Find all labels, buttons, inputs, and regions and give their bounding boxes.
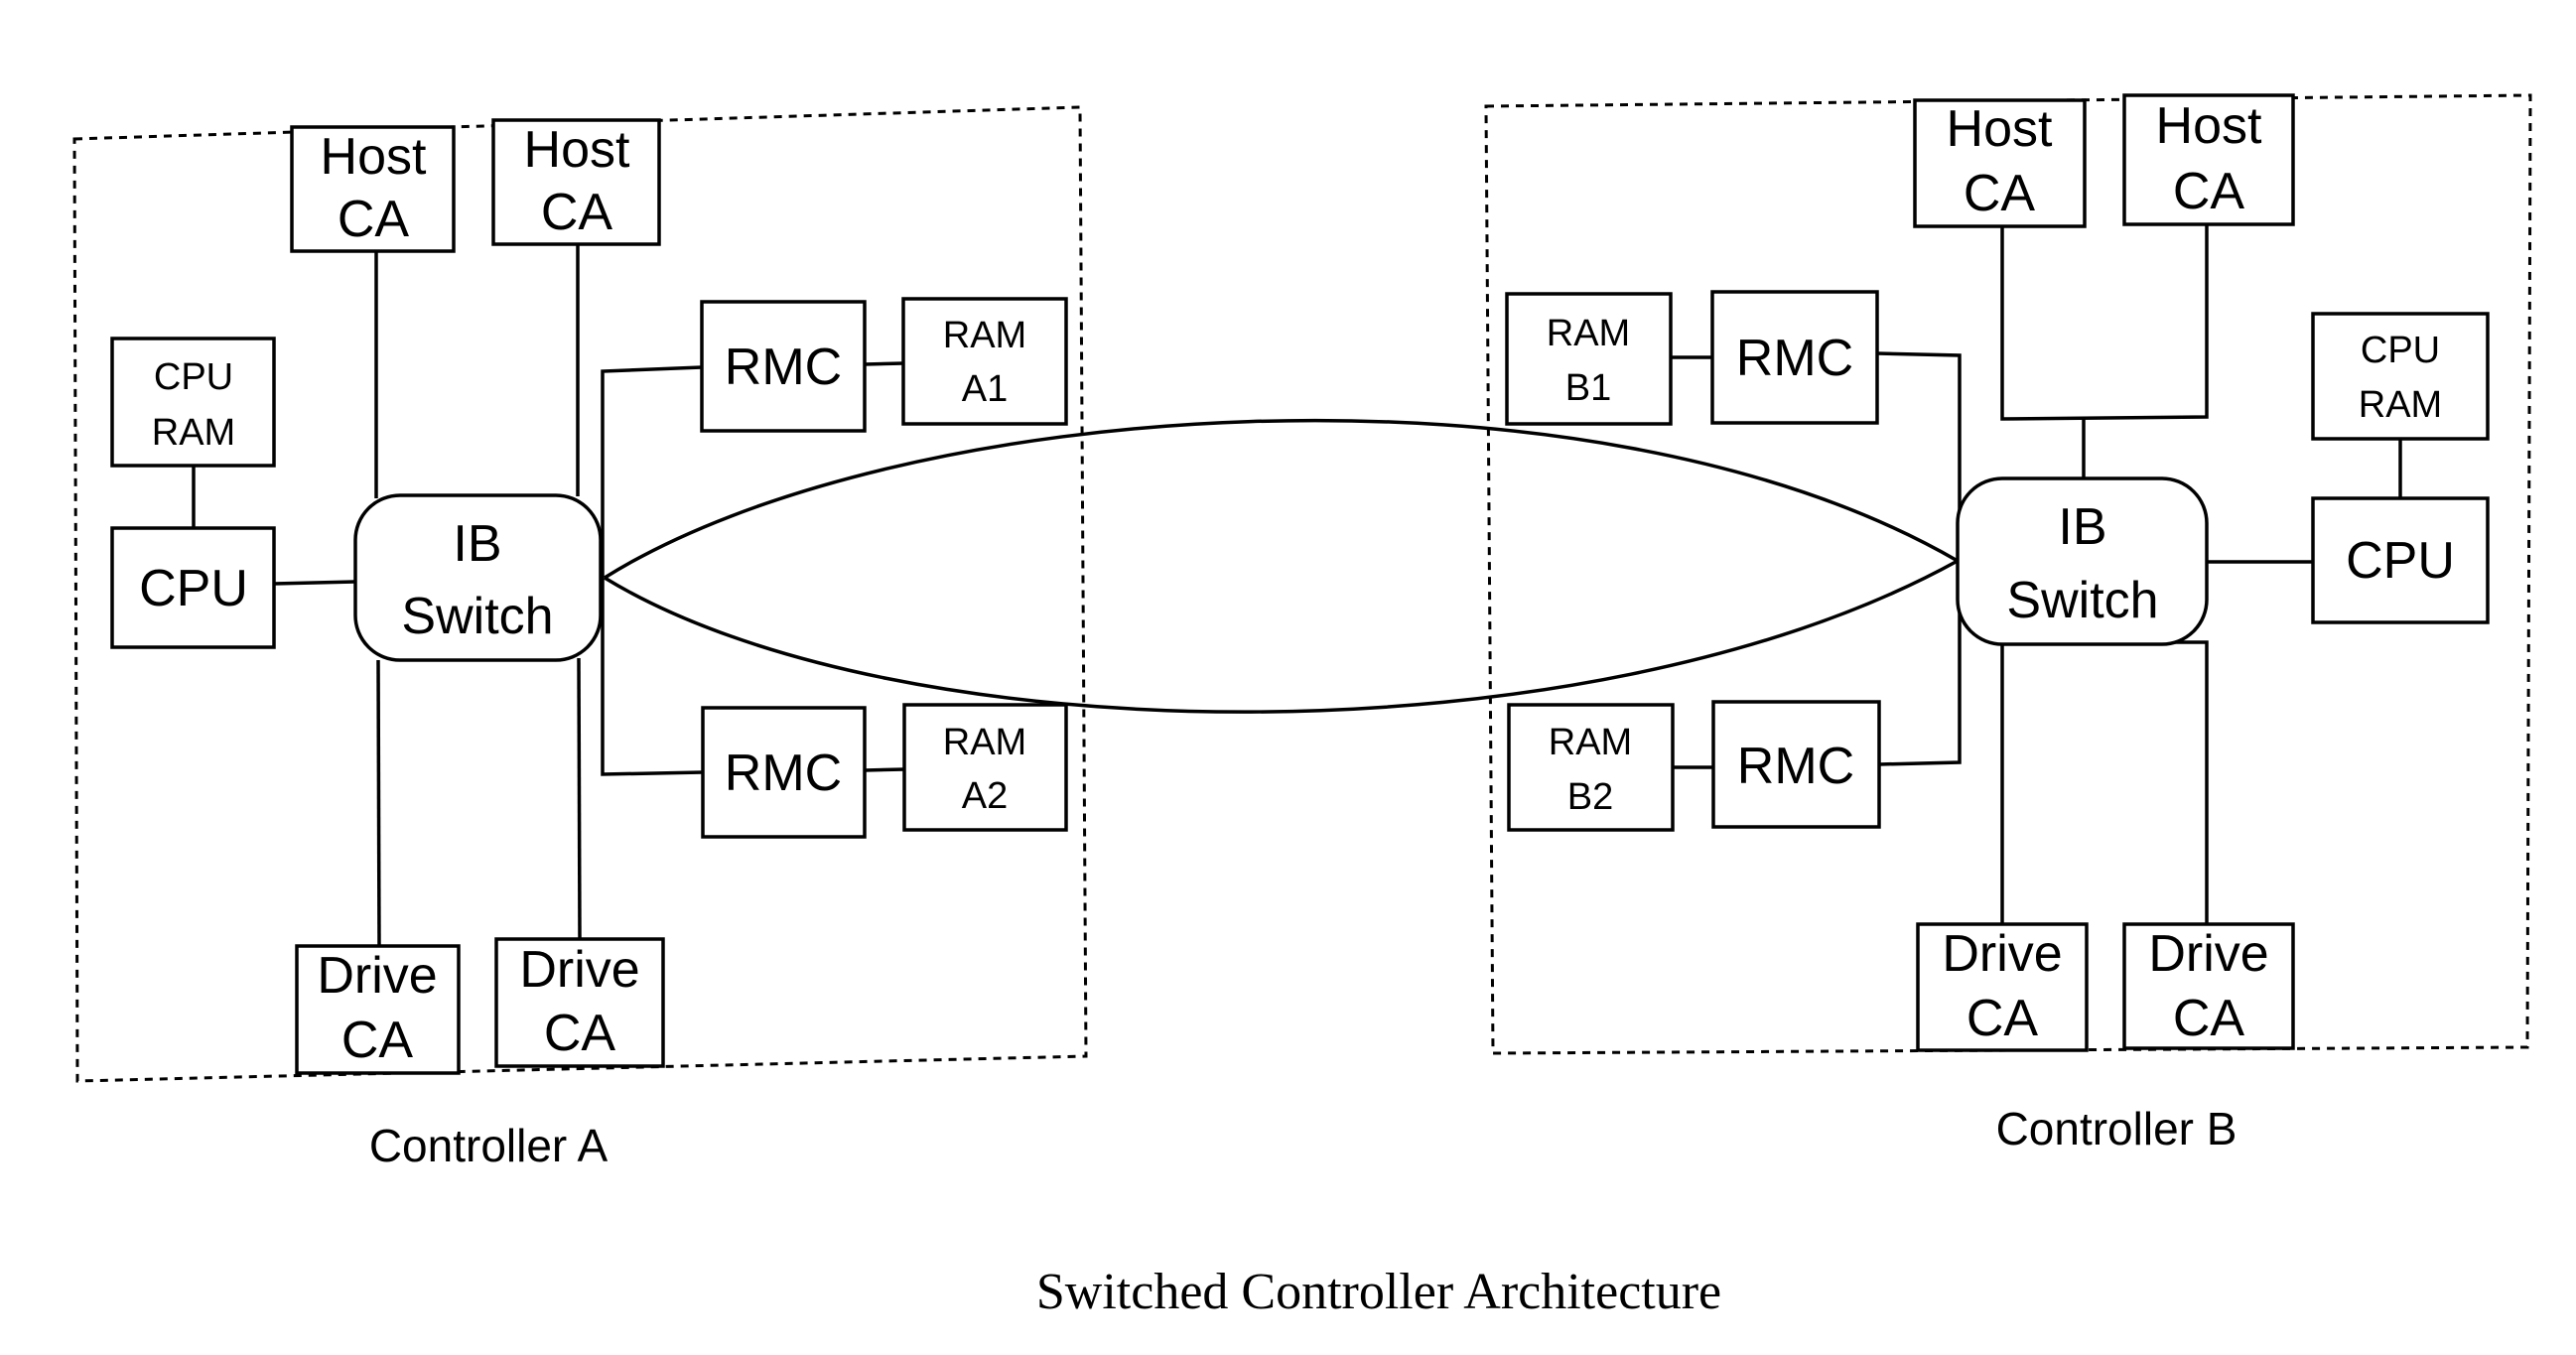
- host-ca-b2-line2: CA: [2173, 163, 2245, 220]
- rmc-b2: RMC: [1711, 700, 1881, 829]
- cpu-ram-b-line1: CPU: [2361, 330, 2440, 371]
- ram-a2: RAM A2: [902, 703, 1068, 832]
- host-ca-a1-line1: Host: [321, 128, 427, 186]
- interconnect-link-upper: [604, 418, 1959, 580]
- wire-rmc1-ram1-a: [864, 361, 904, 366]
- ib-switch-a-line1: IB: [453, 515, 501, 573]
- wire-switch-drive2-a: [577, 657, 582, 940]
- drive-ca-b1-line1: Drive: [1942, 925, 2062, 983]
- drive-ca-a1-line1: Drive: [317, 947, 437, 1005]
- wire-switch-rmc1-a: [601, 365, 703, 596]
- wire-hostcas-join-b: [2000, 224, 2209, 421]
- wire-switch-rmc2-a: [601, 596, 704, 776]
- controller-b-label: Controller B: [1996, 1103, 2237, 1154]
- rmc-a2: RMC: [701, 706, 867, 839]
- ram-b2: RAM B2: [1507, 703, 1675, 832]
- ram-a2-line2: A2: [962, 775, 1008, 817]
- ram-a1-line1: RAM: [943, 315, 1026, 356]
- rmc-a1-label: RMC: [725, 339, 842, 396]
- host-ca-a2-line2: CA: [541, 184, 613, 241]
- ram-b2-line2: B2: [1567, 776, 1613, 818]
- ram-a1: RAM A1: [901, 297, 1068, 426]
- ib-switch-b-line2: Switch: [2006, 572, 2158, 629]
- ram-a2-line1: RAM: [943, 722, 1026, 763]
- drive-ca-b1-line2: CA: [1966, 990, 2039, 1047]
- ib-switch-a: IB Switch: [353, 493, 603, 662]
- cpu-ram-a-line1: CPU: [154, 356, 233, 398]
- rmc-a1: RMC: [700, 300, 867, 433]
- cpu-ram-a: CPU RAM: [110, 337, 276, 468]
- host-ca-b1-line2: CA: [1964, 165, 2036, 222]
- ib-switch-b-line1: IB: [2058, 498, 2106, 556]
- wire-switch-drives-b: [2000, 640, 2209, 924]
- host-ca-a1-line2: CA: [338, 191, 410, 248]
- drive-ca-a2-line2: CA: [544, 1005, 616, 1062]
- host-ca-a2: Host CA: [491, 118, 661, 246]
- wire-cpu-switch-a: [273, 580, 356, 586]
- rmc-b1-label: RMC: [1736, 330, 1853, 387]
- cpu-a-label: CPU: [139, 560, 248, 617]
- controller-b: Host CA Host CA RAM B1 RMC CPU RAM IB Sw…: [1484, 93, 2532, 1154]
- ram-b1-line2: B1: [1565, 367, 1611, 409]
- host-ca-a2-line1: Host: [524, 121, 630, 179]
- ram-b1: RAM B1: [1505, 292, 1673, 426]
- ram-a1-line2: A1: [962, 368, 1008, 410]
- drive-ca-a1: Drive CA: [295, 944, 461, 1075]
- cpu-ram-b: CPU RAM: [2311, 312, 2490, 441]
- drive-ca-a2-line1: Drive: [519, 941, 639, 999]
- drive-ca-b2-line1: Drive: [2148, 925, 2268, 983]
- cpu-ram-a-line2: RAM: [152, 412, 235, 454]
- ram-b1-line1: RAM: [1547, 313, 1630, 354]
- rmc-b1: RMC: [1710, 290, 1879, 425]
- wire-switch-drive1-a: [376, 659, 381, 947]
- drive-ca-b1: Drive CA: [1916, 922, 2089, 1052]
- host-ca-b2: Host CA: [2122, 93, 2295, 226]
- ram-b2-line1: RAM: [1549, 722, 1632, 763]
- cpu-ram-b-line2: RAM: [2359, 384, 2442, 426]
- host-ca-b1-line1: Host: [1947, 100, 2053, 158]
- cpu-b: CPU: [2311, 496, 2490, 624]
- drive-ca-a1-line2: CA: [341, 1012, 414, 1069]
- ib-switch-a-line2: Switch: [401, 588, 553, 645]
- host-ca-a1: Host CA: [290, 125, 456, 253]
- drive-ca-b2-line2: CA: [2173, 990, 2245, 1047]
- host-ca-b2-line1: Host: [2156, 97, 2262, 155]
- cpu-a: CPU: [110, 526, 276, 649]
- rmc-b2-label: RMC: [1737, 738, 1854, 795]
- cpu-b-label: CPU: [2346, 532, 2455, 590]
- rmc-a2-label: RMC: [725, 745, 842, 802]
- wire-rmc2-ram2-a: [864, 767, 905, 772]
- drive-ca-b2: Drive CA: [2122, 922, 2295, 1050]
- switch-interconnect: [604, 418, 1959, 714]
- diagram-canvas: Host CA Host CA CPU RAM CPU IB Switch RM…: [72, 93, 2532, 1320]
- controller-a: Host CA Host CA CPU RAM CPU IB Switch RM…: [72, 105, 1088, 1171]
- drive-ca-a2: Drive CA: [494, 937, 665, 1068]
- ib-switch-b: IB Switch: [1956, 476, 2209, 646]
- host-ca-b1: Host CA: [1913, 98, 2087, 228]
- controller-a-label: Controller A: [369, 1120, 609, 1171]
- interconnect-link-lower: [604, 559, 1959, 714]
- figure-caption: Switched Controller Architecture: [1036, 1264, 1721, 1320]
- wire-switch-rmc2-b: [1878, 556, 1962, 766]
